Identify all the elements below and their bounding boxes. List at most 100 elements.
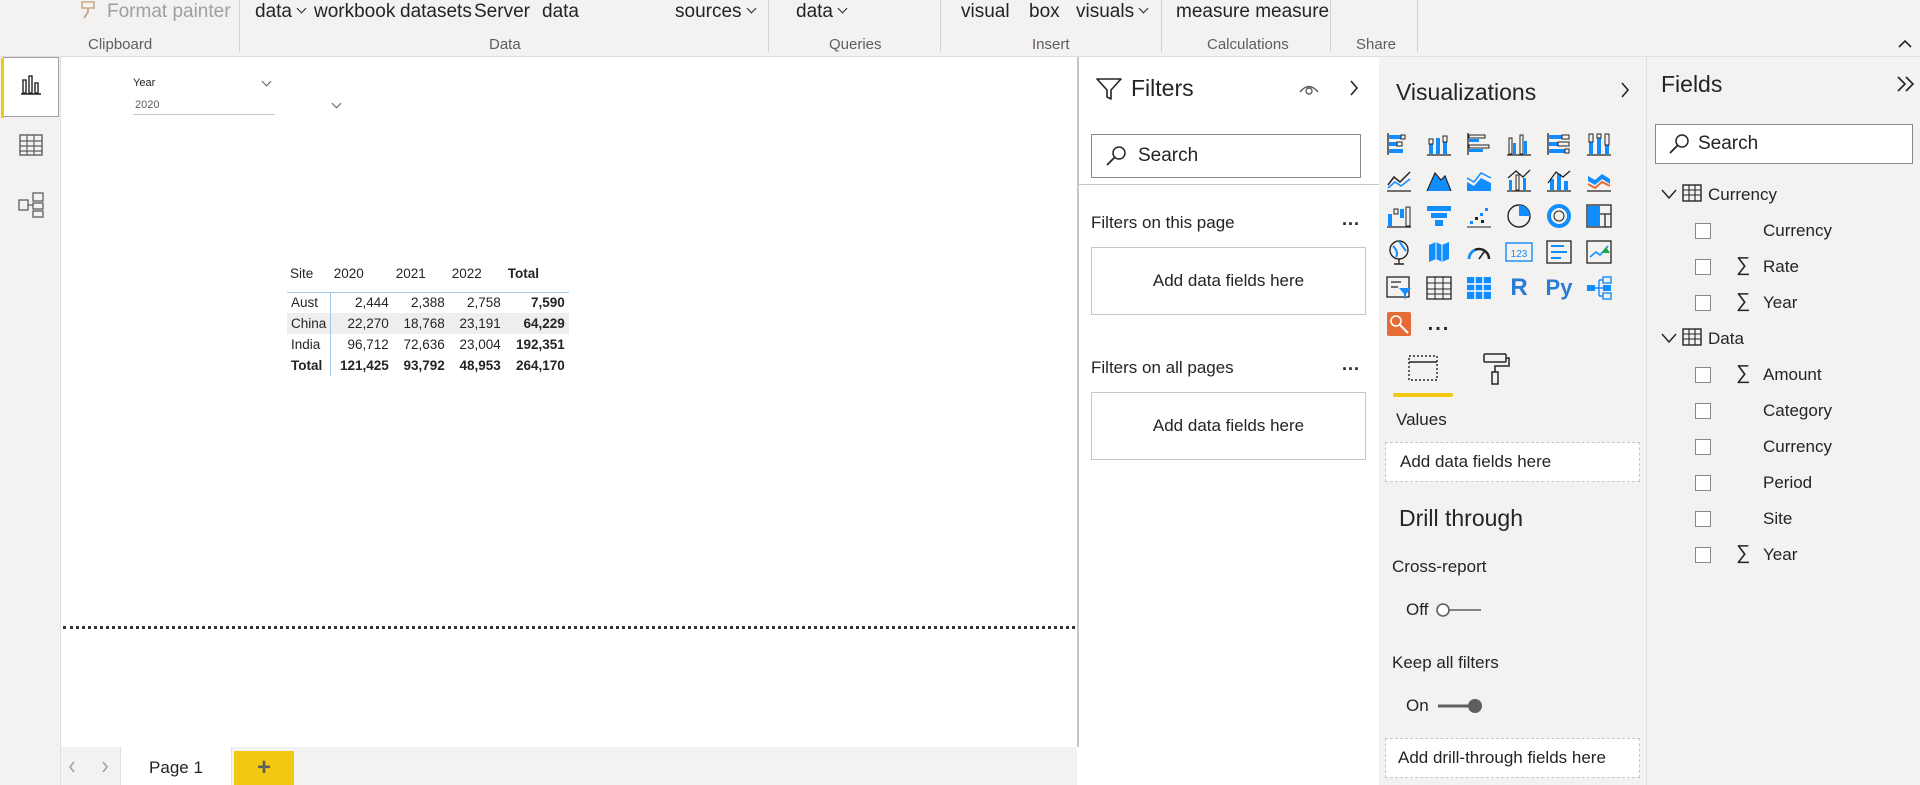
ribbon-more-visuals-button[interactable]: visuals	[1076, 1, 1149, 23]
ribbon-transform-data-button[interactable]: data	[796, 1, 848, 23]
all-pages-filter-drop-well[interactable]: Add data fields here	[1091, 392, 1366, 460]
matrix-col-header[interactable]: Total	[505, 266, 569, 292]
slicer-visual-icon[interactable]	[1384, 274, 1414, 302]
matrix-row[interactable]: Aust 2,444 2,388 2,758 7,590	[287, 291, 569, 313]
area-chart-icon[interactable]	[1424, 166, 1454, 194]
ribbon-enter-data-button[interactable]: data	[542, 1, 579, 23]
matrix-col-header[interactable]: Site	[287, 266, 331, 292]
matrix-visual-icon[interactable]	[1464, 274, 1494, 302]
field-year[interactable]: Year	[1763, 545, 1797, 565]
field-currency[interactable]: Currency	[1763, 221, 1832, 241]
page-tab-page-1[interactable]: Page 1	[120, 747, 232, 785]
ribbon-new-visual-button[interactable]: visual	[961, 1, 1010, 23]
collapse-fields-icon[interactable]	[1896, 75, 1916, 98]
field-period[interactable]: Period	[1763, 473, 1812, 493]
donut-chart-icon[interactable]	[1544, 202, 1574, 230]
table-name-currency[interactable]: Currency	[1708, 185, 1777, 205]
matrix-visual[interactable]: Site 2020 2021 2022 Total Aust 2,444 2,3…	[287, 266, 569, 376]
map-icon[interactable]	[1384, 238, 1414, 266]
kpi-icon[interactable]	[1584, 238, 1614, 266]
keep-all-filters-toggle[interactable]	[1436, 698, 1482, 714]
report-view-button[interactable]	[1, 57, 59, 118]
field-rate[interactable]: Rate	[1763, 257, 1799, 277]
field-checkbox[interactable]	[1695, 511, 1711, 527]
collapse-visualizations-icon[interactable]	[1620, 81, 1630, 104]
matrix-total-row[interactable]: Total 121,425 93,792 48,953 264,170	[287, 355, 569, 376]
page-filter-drop-well[interactable]: Add data fields here	[1091, 247, 1366, 315]
matrix-col-header[interactable]: 2021	[393, 266, 449, 292]
field-checkbox[interactable]	[1695, 439, 1711, 455]
values-drop-well[interactable]: Add data fields here	[1385, 442, 1640, 482]
line-stacked-column-chart-icon[interactable]	[1544, 166, 1574, 194]
cross-report-toggle[interactable]	[1435, 602, 1481, 618]
add-page-button[interactable]: +	[234, 751, 294, 785]
ribbon-datasets-button[interactable]: datasets	[400, 1, 472, 23]
r-script-visual-icon[interactable]: R	[1504, 274, 1534, 302]
100-stacked-column-chart-icon[interactable]	[1584, 130, 1614, 158]
stacked-bar-chart-icon[interactable]	[1384, 130, 1414, 158]
field-checkbox[interactable]	[1695, 223, 1711, 239]
python-visual-icon[interactable]: Py	[1544, 274, 1574, 302]
card-icon[interactable]: 123	[1504, 238, 1534, 266]
eye-icon[interactable]	[1299, 81, 1319, 100]
filters-search-input[interactable]: Search	[1091, 134, 1361, 178]
filled-map-icon[interactable]	[1424, 238, 1454, 266]
ribbon-server-button[interactable]: Server	[474, 1, 530, 23]
data-view-button[interactable]	[3, 117, 59, 177]
model-view-button[interactable]	[3, 177, 59, 237]
ribbon-recent-sources-button[interactable]: sources	[675, 1, 756, 23]
waterfall-chart-icon[interactable]	[1384, 202, 1414, 230]
field-currency[interactable]: Currency	[1763, 437, 1832, 457]
ribbon-chart-icon[interactable]	[1584, 166, 1614, 194]
field-checkbox[interactable]	[1695, 367, 1711, 383]
funnel-chart-icon[interactable]	[1424, 202, 1454, 230]
field-year[interactable]: Year	[1763, 293, 1797, 313]
gauge-icon[interactable]	[1464, 238, 1494, 266]
matrix-row[interactable]: China 22,270 18,768 23,191 64,229	[287, 313, 569, 334]
field-checkbox[interactable]	[1695, 475, 1711, 491]
stacked-column-chart-icon[interactable]	[1424, 130, 1454, 158]
line-clustered-column-chart-icon[interactable]	[1504, 166, 1534, 194]
100-stacked-bar-chart-icon[interactable]	[1544, 130, 1574, 158]
fields-search-input[interactable]: Search	[1655, 124, 1913, 164]
ribbon-text-box-button[interactable]: box	[1029, 1, 1060, 23]
ribbon-new-measure-button[interactable]: measure measure	[1176, 1, 1329, 23]
scatter-chart-icon[interactable]	[1464, 202, 1494, 230]
ribbon-workbook-button[interactable]: workbook	[314, 1, 395, 23]
table-name-data[interactable]: Data	[1708, 329, 1744, 349]
stacked-area-chart-icon[interactable]	[1464, 166, 1494, 194]
slicer-header-chevron-icon[interactable]	[261, 76, 272, 87]
more-options-icon[interactable]: ...	[1342, 209, 1360, 230]
collapse-ribbon-icon[interactable]	[1898, 36, 1912, 54]
field-checkbox[interactable]	[1695, 295, 1711, 311]
matrix-col-header[interactable]: 2020	[331, 266, 393, 292]
format-painter-button[interactable]: Format painter	[107, 1, 231, 23]
field-site[interactable]: Site	[1763, 509, 1792, 529]
slicer-dropdown[interactable]: 2020	[133, 97, 342, 115]
format-tab[interactable]	[1471, 352, 1521, 398]
collapse-filters-icon[interactable]	[1349, 79, 1359, 102]
ribbon-data-get-button[interactable]: data	[255, 1, 307, 23]
matrix-row[interactable]: India 96,712 72,636 23,004 192,351	[287, 334, 569, 355]
fields-well-tab[interactable]	[1393, 352, 1453, 398]
field-amount[interactable]: Amount	[1763, 365, 1822, 385]
drill-through-drop-well[interactable]: Add drill-through fields here	[1385, 738, 1640, 778]
expand-chevron-icon[interactable]	[1661, 187, 1677, 205]
more-options-icon[interactable]: ...	[1342, 354, 1360, 375]
more-visuals-icon[interactable]: ...	[1424, 310, 1454, 338]
decomposition-tree-icon[interactable]	[1584, 274, 1614, 302]
qa-visual-icon[interactable]	[1384, 310, 1414, 338]
scroll-left-icon[interactable]	[68, 760, 76, 778]
scroll-right-icon[interactable]	[101, 760, 109, 778]
field-checkbox[interactable]	[1695, 259, 1711, 275]
table-visual-icon[interactable]	[1424, 274, 1454, 302]
clustered-column-chart-icon[interactable]	[1504, 130, 1534, 158]
field-checkbox[interactable]	[1695, 547, 1711, 563]
field-checkbox[interactable]	[1695, 403, 1711, 419]
matrix-col-header[interactable]: 2022	[449, 266, 505, 292]
field-category[interactable]: Category	[1763, 401, 1832, 421]
expand-chevron-icon[interactable]	[1661, 331, 1677, 349]
pie-chart-icon[interactable]	[1504, 202, 1534, 230]
treemap-icon[interactable]	[1584, 202, 1614, 230]
clustered-bar-chart-icon[interactable]	[1464, 130, 1494, 158]
